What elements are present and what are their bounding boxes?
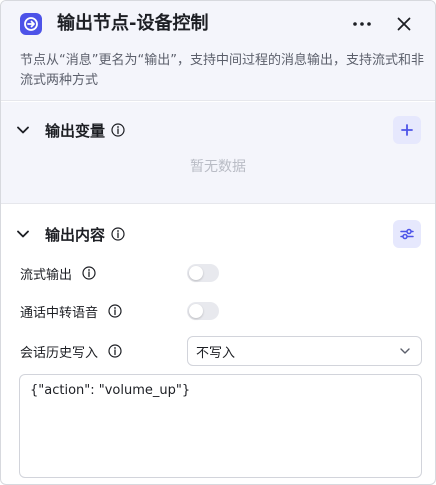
close-icon (397, 17, 411, 31)
panel-description: 节点从“消息”更名为“输出”，支持中间过程的消息输出，支持流式和非流式两种方式 (20, 53, 424, 88)
toggle-knob (189, 266, 203, 280)
panel-title: 输出节点-设备控制 (57, 13, 209, 34)
info-icon[interactable] (111, 227, 125, 241)
output-variables-header: 输出变量 (15, 116, 125, 144)
tts-label: 通话中转语音 (20, 301, 122, 321)
output-node-icon (20, 13, 42, 35)
plus-icon (401, 124, 413, 136)
history-write-label: 会话历史写入 (20, 341, 122, 361)
chevron-down-icon[interactable] (15, 122, 31, 138)
add-variable-button[interactable] (393, 116, 421, 144)
tts-toggle[interactable] (187, 302, 219, 320)
history-write-select[interactable]: 不写入 (187, 336, 422, 366)
output-variables-section: 输出变量 暂无数据 (1, 102, 435, 204)
streaming-output-label: 流式输出 (20, 263, 96, 283)
chevron-down-icon[interactable] (15, 226, 31, 242)
output-variables-title: 输出变量 (45, 121, 106, 140)
sliders-icon (400, 228, 414, 240)
output-content-title: 输出内容 (45, 225, 106, 244)
info-icon[interactable] (108, 304, 122, 318)
empty-state-text: 暂无数据 (190, 159, 246, 175)
toggle-knob (189, 304, 203, 318)
close-button[interactable] (391, 11, 417, 37)
streaming-output-toggle[interactable] (187, 264, 219, 282)
more-horizontal-icon (353, 22, 371, 26)
history-write-value: 不写入 (196, 345, 236, 361)
info-icon[interactable] (82, 266, 96, 280)
content-settings-button[interactable] (393, 220, 421, 248)
info-icon[interactable] (108, 344, 122, 358)
node-config-panel: 输出节点-设备控制 节点从“消息”更名为“输出”，支持中间过程的消息输出，支持流… (0, 0, 436, 485)
chevron-down-icon (400, 348, 410, 354)
output-content-editor[interactable]: {"action": "volume_up"} (19, 374, 422, 478)
panel-header: 输出节点-设备控制 节点从“消息”更名为“输出”，支持中间过程的消息输出，支持流… (1, 1, 435, 101)
output-content-header: 输出内容 (15, 220, 125, 248)
more-options-button[interactable] (347, 11, 377, 37)
info-icon[interactable] (111, 123, 125, 137)
